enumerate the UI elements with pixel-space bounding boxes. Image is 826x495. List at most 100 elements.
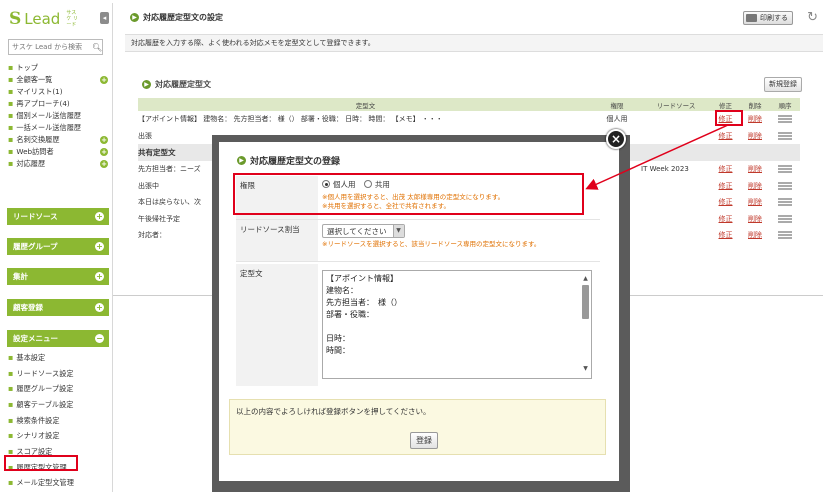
page-description: 対応履歴を入力する際、よく使われる対応メモを定型文として登録できます。 xyxy=(125,34,823,52)
top-nav: ▪ トップ ▪ 全顧客一覧 + ▪ マイリスト(1) ▪ 再アプローチ(4) ▪ 個別メール… xyxy=(8,62,108,170)
sort-handle-icon[interactable] xyxy=(770,128,800,145)
lead-source-label: リードソース割当 xyxy=(236,220,318,261)
edit-link[interactable]: 修正 xyxy=(711,194,740,211)
page-title: 対応履歴定型文の設定 xyxy=(143,12,223,22)
nav-item-reapproach[interactable]: ▪ 再アプローチ(4) xyxy=(8,98,108,110)
nav-item-customer-table-settings[interactable]: ▪ 顧客テーブル設定 xyxy=(8,397,108,413)
sort-handle-icon[interactable] xyxy=(770,227,800,244)
nav-item-mylist[interactable]: ▪ マイリスト(1) xyxy=(8,86,108,98)
sidebar: S Lead サスケ リード ◂ 🔍︎ ▪トップ ▪全顧客一覧+ ▪マイリスト(… xyxy=(3,3,113,492)
print-button[interactable]: 印刷する xyxy=(743,11,793,25)
collapse-sidebar-icon[interactable]: ◂ xyxy=(100,12,109,24)
row-text: 【アポイント情報】 建物名： 先方担当者： 様（） 部署・役職： 日時： 時間：… xyxy=(138,115,443,124)
search-box[interactable]: 🔍︎ xyxy=(8,39,103,55)
confirm-box: 以上の内容でよろしければ登録ボタンを押してください。 登録 xyxy=(229,399,606,455)
edit-link[interactable]: 修正 xyxy=(711,161,740,178)
edit-link[interactable]: 修正 xyxy=(711,227,740,244)
textarea-scrollbar[interactable]: ▲ ▼ xyxy=(582,273,589,376)
nav-item-all-customers[interactable]: ▪ 全顧客一覧 + xyxy=(8,74,108,86)
chevron-down-icon[interactable]: ▼ xyxy=(392,225,404,237)
section-history-group[interactable]: 履歴グループ + xyxy=(7,238,109,255)
expand-icon[interactable]: + xyxy=(95,303,104,312)
template-textarea[interactable]: 【アポイント情報】 建物名： 先方担当者： 様（） 部署・役職： 日時： 時間：… xyxy=(322,270,592,379)
sort-handle-icon[interactable] xyxy=(770,161,800,178)
lead-source-row: リードソース割当 選択してください ▼ ※リードソースを選択すると、該当リードソー… xyxy=(236,220,600,262)
delete-link[interactable]: 削除 xyxy=(740,227,770,244)
delete-link[interactable]: 削除 xyxy=(740,128,770,145)
highlight-box-edit xyxy=(715,110,743,126)
row-source xyxy=(641,211,711,228)
row-source xyxy=(641,194,711,211)
logo-sub: サスケ リード xyxy=(66,9,78,28)
delete-link[interactable]: 削除 xyxy=(740,111,770,128)
delete-link[interactable]: 削除 xyxy=(740,161,770,178)
scroll-thumb[interactable] xyxy=(582,285,589,319)
nav-item-history-group-settings[interactable]: ▪ 履歴グループ設定 xyxy=(8,381,108,397)
section-title: ▶ 対応履歴定型文 xyxy=(142,79,211,90)
delete-link[interactable]: 削除 xyxy=(740,194,770,211)
sort-handle-icon[interactable] xyxy=(770,194,800,211)
col-header-text: 定型文 xyxy=(138,98,593,111)
plus-icon[interactable]: + xyxy=(100,136,108,144)
delete-link[interactable]: 削除 xyxy=(740,211,770,228)
expand-icon[interactable]: + xyxy=(95,212,104,221)
sort-handle-icon[interactable] xyxy=(770,211,800,228)
sort-handle-icon[interactable] xyxy=(770,177,800,194)
template-text-row: 定型文 【アポイント情報】 建物名： 先方担当者： 様（） 部署・役職： 日時：… xyxy=(236,264,600,386)
section-settings[interactable]: 設定メニュー − xyxy=(7,330,109,347)
search-input[interactable] xyxy=(12,43,92,51)
nav-item-search-settings[interactable]: ▪ 検索条件設定 xyxy=(8,413,108,429)
title-row: ▶ 対応履歴定型文の設定 xyxy=(125,3,823,31)
nav-item-web-visitors[interactable]: ▪ Web訪問者 + xyxy=(8,146,108,158)
section-stats[interactable]: 集計 + xyxy=(7,268,109,285)
refresh-icon[interactable]: ↻ xyxy=(807,10,818,25)
edit-link[interactable]: 修正 xyxy=(711,128,740,145)
plus-icon[interactable]: + xyxy=(100,76,108,84)
scroll-down-icon[interactable]: ▼ xyxy=(582,363,589,375)
row-source xyxy=(641,111,711,128)
modal-title: ▶ 対応履歴定型文の登録 xyxy=(237,154,340,167)
printer-icon xyxy=(746,14,757,22)
logo[interactable]: S Lead サスケ リード ◂ xyxy=(3,3,112,34)
section-lead-source[interactable]: リードソース + xyxy=(7,208,109,225)
template-text-label: 定型文 xyxy=(236,264,318,386)
close-icon[interactable]: × xyxy=(606,129,626,149)
section-customer-register[interactable]: 顧客登録 + xyxy=(7,299,109,316)
edit-link[interactable]: 修正 xyxy=(711,177,740,194)
nav-item-card-exchange[interactable]: ▪ 名刺交換履歴 + xyxy=(8,134,108,146)
lead-source-note: ※リードソースを選択すると、該当リードソース専用の定型文になります。 xyxy=(322,240,541,248)
col-header-order: 順序 xyxy=(770,98,800,111)
edit-link[interactable]: 修正 xyxy=(711,211,740,228)
logo-name: Lead xyxy=(24,9,61,28)
col-header-delete: 削除 xyxy=(740,98,770,111)
arrow-circle-icon: ▶ xyxy=(237,156,246,165)
expand-icon[interactable]: + xyxy=(95,242,104,251)
collapse-icon[interactable]: − xyxy=(95,334,104,343)
expand-icon[interactable]: + xyxy=(95,272,104,281)
table-row: 【アポイント情報】 建物名： 先方担当者： 様（） 部署・役職： 日時： 時間：… xyxy=(138,111,800,128)
sort-handle-icon[interactable] xyxy=(770,111,800,128)
nav-item-mail-template[interactable]: ▪ メール定型文管理 xyxy=(8,476,108,492)
nav-item-individual-mail[interactable]: ▪ 個別メール送信履歴 xyxy=(8,110,108,122)
new-register-button[interactable]: 新規登録 xyxy=(764,77,802,92)
lead-source-select[interactable]: 選択してください ▼ xyxy=(322,224,405,238)
col-header-lead-source: リードソース xyxy=(641,98,711,111)
scroll-up-icon[interactable]: ▲ xyxy=(582,273,589,285)
logo-mark: S xyxy=(9,8,22,29)
plus-icon[interactable]: + xyxy=(100,160,108,168)
nav-item-basic-settings[interactable]: ▪ 基本設定 xyxy=(8,350,108,366)
nav-item-history[interactable]: ▪ 対応履歴 + xyxy=(8,158,108,170)
search-icon[interactable]: 🔍︎ xyxy=(92,43,102,52)
arrow-circle-icon: ▶ xyxy=(130,12,139,22)
nav-item-top[interactable]: ▪ トップ xyxy=(8,62,108,74)
nav-item-bulk-mail[interactable]: ▪ 一括メール送信履歴 xyxy=(8,122,108,134)
highlight-box-menu xyxy=(4,455,78,471)
delete-link[interactable]: 削除 xyxy=(740,177,770,194)
row-permission: 個人用 xyxy=(606,115,628,124)
row-source: IT Week 2023 xyxy=(641,165,689,174)
nav-item-scenario-settings[interactable]: ▪ シナリオ設定 xyxy=(8,428,108,444)
plus-icon[interactable]: + xyxy=(100,148,108,156)
nav-item-lead-source-settings[interactable]: ▪ リードソース設定 xyxy=(8,366,108,382)
register-button[interactable]: 登録 xyxy=(410,432,438,449)
arrow-circle-icon: ▶ xyxy=(142,80,151,89)
